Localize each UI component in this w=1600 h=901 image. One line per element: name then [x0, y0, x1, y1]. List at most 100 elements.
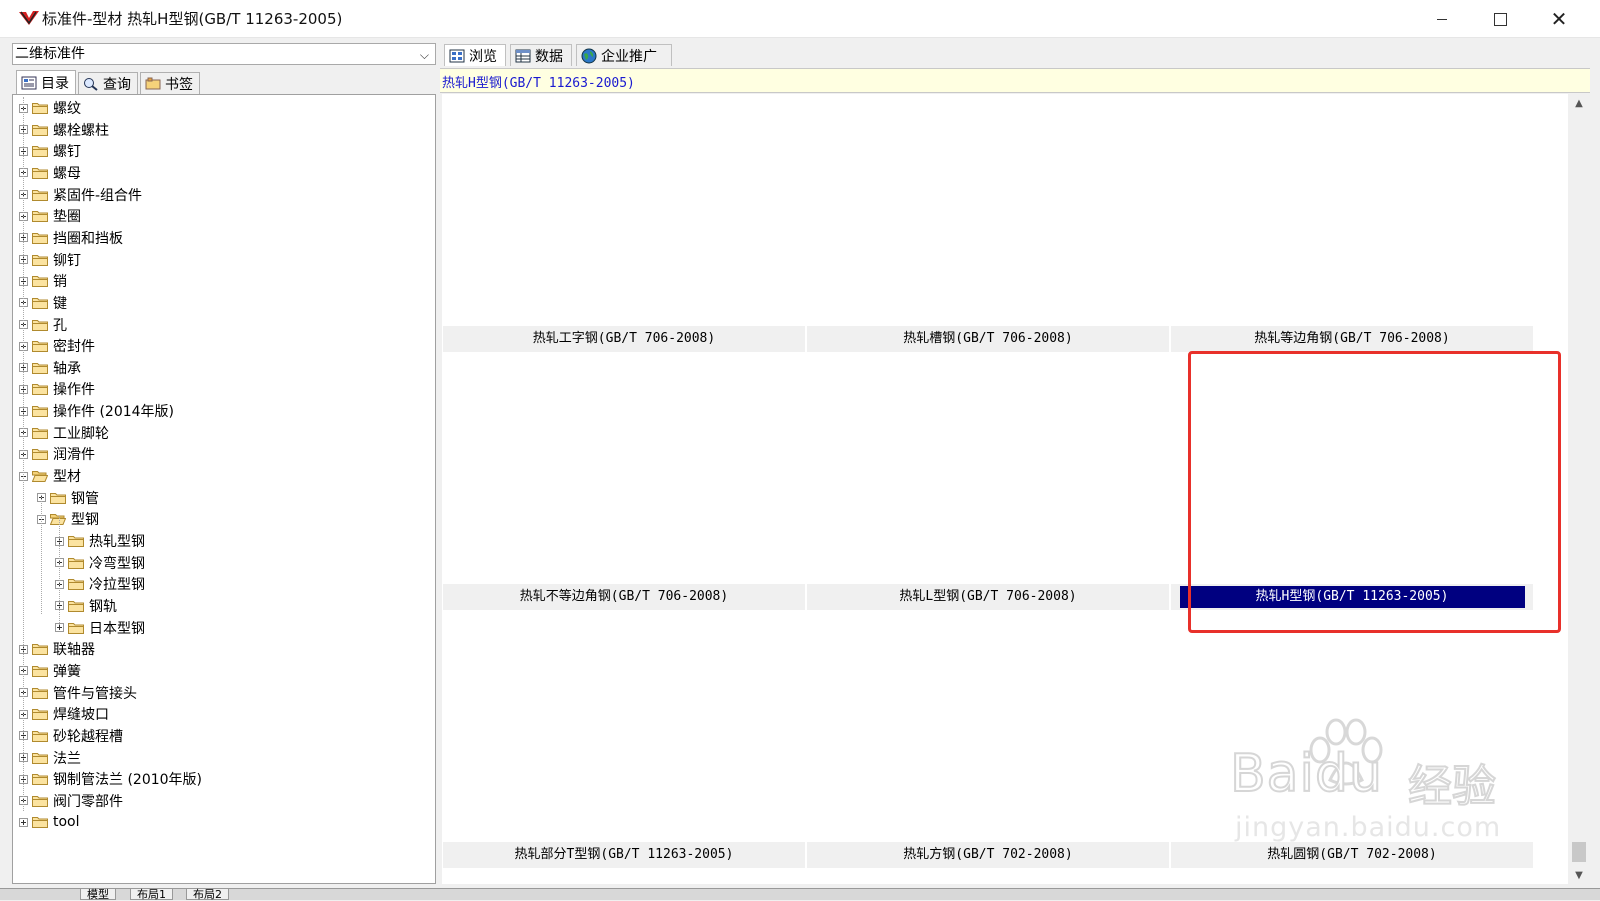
minimize-button[interactable] [1413, 0, 1471, 38]
tab-layout2[interactable]: 布局2 [186, 889, 229, 900]
vertical-scrollbar[interactable]: ▲ ▼ [1570, 94, 1588, 884]
tree-connector-line [23, 97, 24, 812]
tree-item[interactable]: 螺钉 [19, 140, 81, 162]
tree-item-label: 钢制管法兰 (2010年版) [53, 772, 203, 789]
tree-item[interactable]: 操作件 (2014年版) [19, 400, 174, 422]
tree-item[interactable]: 砂轮越程槽 [19, 725, 123, 747]
folder-icon [32, 644, 48, 656]
tree-item-label: 销 [53, 274, 67, 291]
tree-item[interactable]: 垫圈 [19, 205, 81, 227]
breadcrumb[interactable]: 热轧H型钢(GB/T 11263-2005) [442, 72, 635, 91]
tree-item[interactable]: 螺母 [19, 162, 81, 184]
catalog-tree[interactable]: 螺纹螺栓螺柱 螺钉螺母紧固件-组合件垫圈 挡圈和挡板 铆钉销键孔密封件轴承 操作件 操作件… [12, 94, 436, 884]
thumbnail-item[interactable]: 热轧工字钢(GB/T 706-2008) [443, 94, 805, 352]
folder-icon [32, 276, 48, 288]
tree-connector-line [59, 516, 60, 625]
tab-catalog[interactable]: 目录 [16, 70, 76, 95]
tree-item[interactable]: 钢制管法兰 (2010年版) [19, 768, 202, 790]
tree-item[interactable]: 螺纹 [19, 97, 81, 119]
tree-item[interactable]: 钢轨 [55, 595, 117, 617]
tab-browse-label: 浏览 [469, 48, 497, 65]
thumbnail-label: 热轧L型钢(GB/T 706-2008) [807, 584, 1169, 610]
folder-icon [32, 232, 48, 244]
tree-item[interactable]: 弹簧 [19, 660, 81, 682]
tree-item[interactable]: 销 [19, 270, 67, 292]
tree-connector-line [41, 494, 42, 614]
tree-item[interactable]: 联轴器 [19, 638, 95, 660]
thumbnail-label: 热轧工字钢(GB/T 706-2008) [443, 326, 805, 352]
tree-item-label: 联轴器 [53, 642, 95, 659]
tree-item[interactable]: 型材 [19, 465, 81, 487]
tab-promotion[interactable]: 企业推广 [576, 44, 672, 66]
tree-item[interactable]: 型钢 [37, 508, 99, 530]
thumbnail-label: 热轧等边角钢(GB/T 706-2008) [1171, 326, 1533, 352]
maximize-button[interactable] [1471, 0, 1529, 38]
tree-item[interactable]: 密封件 [19, 335, 95, 357]
tree-item-label: 螺栓螺柱 [53, 122, 109, 139]
thumbnail-item[interactable]: 热轧部分T型钢(GB/T 11263-2005) [443, 610, 805, 868]
tree-item[interactable]: 键 [19, 292, 67, 314]
tree-item[interactable]: 工业脚轮 [19, 422, 109, 444]
tree-item[interactable]: 操作件 [19, 378, 95, 400]
tree-item-label: 螺纹 [53, 101, 81, 117]
scroll-thumb[interactable] [1572, 842, 1586, 862]
tree-item-label: 钢轨 [89, 598, 117, 615]
tree-item[interactable]: 钢管 [37, 487, 99, 509]
folder-icon [32, 752, 48, 764]
thumbnail-item[interactable]: 热轧方钢(GB/T 702-2008) [807, 610, 1169, 868]
layout-tab-strip [0, 888, 1600, 900]
expand-icon[interactable] [19, 817, 28, 827]
tab-layout1[interactable]: 布局1 [130, 889, 173, 900]
thumbnail-item[interactable]: 热轧不等边角钢(GB/T 706-2008) [443, 352, 805, 610]
thumbnail-item[interactable]: 热轧L型钢(GB/T 706-2008) [807, 352, 1169, 610]
tab-model[interactable]: 模型 [80, 889, 116, 900]
thumbnail-label: 热轧槽钢(GB/T 706-2008) [807, 326, 1169, 352]
globe-icon [581, 48, 597, 63]
tab-query[interactable]: 查询 [78, 72, 138, 94]
folder-icon [68, 600, 84, 612]
tab-data[interactable]: 数据 [510, 44, 572, 66]
tree-item[interactable]: 日本型钢 [55, 617, 145, 639]
tree-item[interactable]: 润滑件 [19, 443, 95, 465]
tab-bookmark[interactable]: 书签 [140, 72, 200, 94]
folder-icon [50, 492, 66, 504]
tree-item-label: 键 [53, 295, 67, 312]
thumbnail-label: 热轧部分T型钢(GB/T 11263-2005) [443, 842, 805, 868]
tree-item[interactable]: 挡圈和挡板 [19, 227, 123, 249]
tree-item[interactable]: 冷拉型钢 [55, 573, 145, 595]
tree-item[interactable]: 热轧型钢 [55, 530, 145, 552]
thumbnail-label-text: 热轧方钢(GB/T 702-2008) [903, 847, 1073, 862]
title-bar: 标准件-型材 热轧H型钢(GB/T 11263-2005) ✕ [0, 0, 1600, 38]
tree-item-label: 型钢 [71, 512, 99, 529]
folder-icon [68, 622, 84, 634]
tree-item[interactable]: 冷弯型钢 [55, 552, 145, 574]
tree-item[interactable]: 焊缝坡口 [19, 703, 109, 725]
tree-item[interactable]: 铆钉 [19, 249, 81, 271]
thumbnail-item[interactable]: 热轧槽钢(GB/T 706-2008) [807, 94, 1169, 352]
tab-browse[interactable]: 浏览 [444, 44, 506, 66]
tree-item[interactable]: 阀门零部件 [19, 790, 123, 812]
tree-item[interactable]: 轴承 [19, 357, 81, 379]
tab-catalog-label: 目录 [41, 76, 69, 92]
tree-item[interactable]: 孔 [19, 314, 67, 336]
tree-item[interactable]: tool [19, 811, 80, 833]
tree-item-label: 垫圈 [53, 209, 81, 226]
folder-icon [32, 774, 48, 786]
folder-icon [32, 211, 48, 223]
thumbnail-item[interactable]: 热轧等边角钢(GB/T 706-2008) [1171, 94, 1533, 352]
close-button[interactable]: ✕ [1530, 0, 1588, 38]
tree-item-label: 密封件 [53, 339, 95, 356]
tree-item-label: 螺母 [53, 165, 81, 182]
scroll-up-icon[interactable]: ▲ [1570, 94, 1588, 112]
thumbnail-label: 热轧不等边角钢(GB/T 706-2008) [443, 584, 805, 610]
tree-item[interactable]: 法兰 [19, 747, 81, 769]
library-select[interactable]: 二维标准件 ⌵ [12, 43, 436, 65]
tree-item[interactable]: 螺栓螺柱 [19, 119, 109, 141]
tree-item[interactable]: 紧固件-组合件 [19, 184, 142, 206]
tree-item-label: 冷拉型钢 [89, 577, 145, 594]
tree-item-label: 法兰 [53, 750, 81, 767]
scroll-down-icon[interactable]: ▼ [1570, 866, 1588, 884]
tree-item[interactable]: 管件与管接头 [19, 682, 137, 704]
folder-icon [32, 730, 48, 742]
tree-item-label: 轴承 [53, 360, 81, 377]
